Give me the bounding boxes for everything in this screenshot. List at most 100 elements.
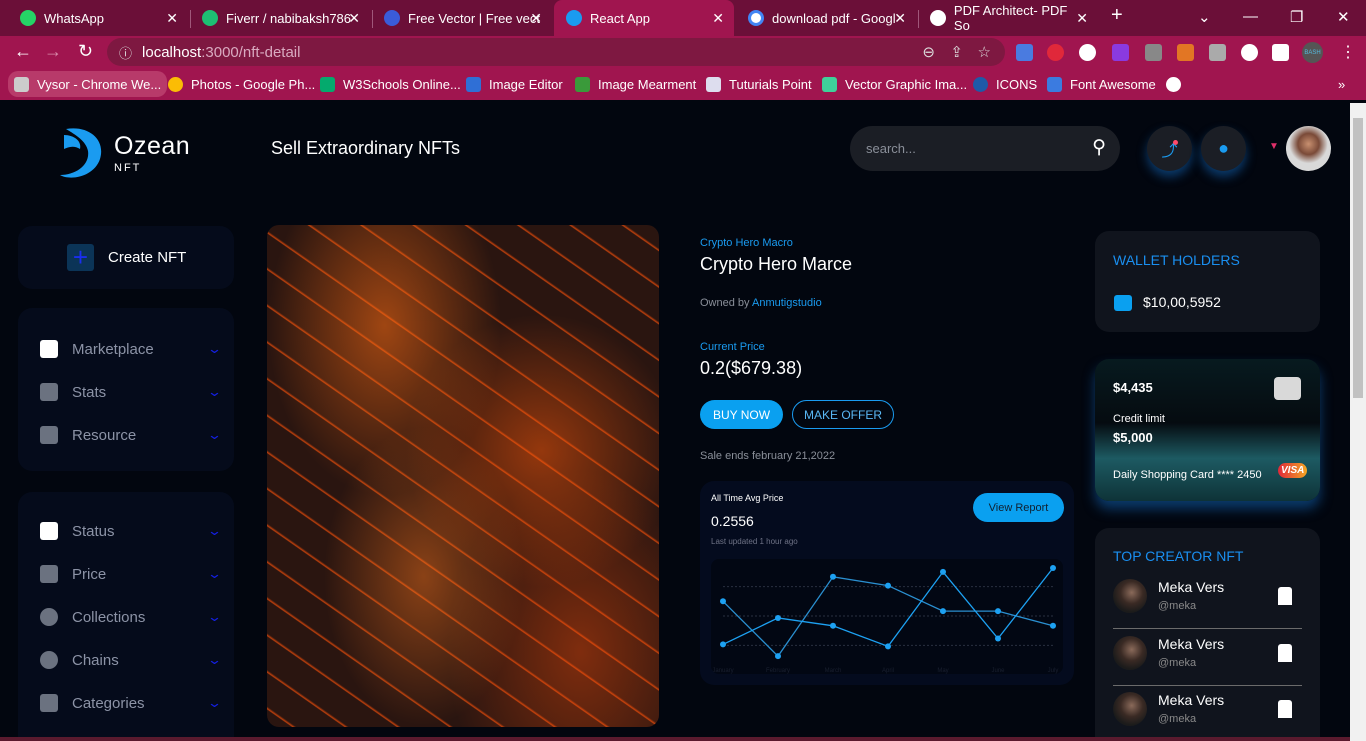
bookmarks-bar: Vysor - Chrome We... Photos - Google Ph.… xyxy=(0,68,1366,100)
sidebar-item-resource[interactable]: Resource ⌄ xyxy=(40,426,222,444)
caret-down-icon[interactable]: ▼ xyxy=(1269,141,1279,152)
back-button[interactable]: ← xyxy=(14,41,32,62)
search-icon[interactable]: ⚲ xyxy=(1092,136,1106,159)
metamask-icon[interactable] xyxy=(1177,44,1194,61)
view-report-button[interactable]: View Report xyxy=(973,493,1064,522)
new-tab-button[interactable]: + xyxy=(1111,4,1123,27)
search-input[interactable]: search... ⚲ xyxy=(850,126,1120,171)
profile-avatar[interactable]: BASH xyxy=(1302,42,1323,63)
tab-fiverr[interactable]: Fiverr / nabibaksh786 ✕ xyxy=(190,0,370,36)
collection-name[interactable]: Crypto Hero Macro xyxy=(700,237,793,249)
restore-button[interactable]: ❐ xyxy=(1290,8,1303,26)
reload-button[interactable]: ↻ xyxy=(78,41,93,62)
close-icon[interactable]: ✕ xyxy=(1076,10,1088,27)
avg-price-card: All Time Avg Price 0.2556 Last updated 1… xyxy=(700,481,1074,685)
price-chart: January February March April May June July xyxy=(711,559,1063,674)
extension-icon[interactable] xyxy=(1079,44,1096,61)
bookmark[interactable]: Photos - Google Ph... xyxy=(168,74,315,94)
owner-link[interactable]: Anmutigstudio xyxy=(752,297,822,309)
tab-whatsapp[interactable]: WhatsApp ✕ xyxy=(8,0,188,36)
zoom-icon[interactable]: ⊖ xyxy=(922,43,935,61)
creator-name: Meka Vers xyxy=(1158,692,1225,708)
chip-icon xyxy=(1274,377,1301,400)
tab-google[interactable]: download pdf - Googl ✕ xyxy=(736,0,916,36)
bookmark[interactable]: Vector Graphic Ima... xyxy=(822,74,967,94)
notifications-button[interactable]: ● xyxy=(1201,126,1246,171)
make-offer-button[interactable]: MAKE OFFER xyxy=(792,400,894,429)
more-bookmarks-button[interactable]: » xyxy=(1338,74,1345,94)
sidebar-item-label: Chains xyxy=(72,651,119,669)
data-point xyxy=(995,635,1001,642)
data-point xyxy=(885,643,891,650)
close-window-button[interactable]: ✕ xyxy=(1337,8,1350,26)
owned-by-label: Owned by xyxy=(700,297,750,309)
bookmark[interactable]: Image Editor xyxy=(466,74,563,94)
bookmark[interactable] xyxy=(1166,74,1189,94)
activity-button[interactable]: ⤴ xyxy=(1147,126,1192,171)
sidebar-item-price[interactable]: Price ⌄ xyxy=(40,565,222,583)
bookmark[interactable]: Vysor - Chrome We... xyxy=(8,71,168,97)
bookmark-icon[interactable] xyxy=(1278,700,1292,718)
menu-icon[interactable]: ⋮ xyxy=(1340,42,1356,62)
data-point xyxy=(885,582,891,589)
creator-item[interactable]: Meka Vers @meka xyxy=(1113,573,1302,629)
extension-icon[interactable] xyxy=(1145,44,1162,61)
sidebar-item-marketplace[interactable]: Marketplace ⌄ xyxy=(40,340,222,358)
close-icon[interactable]: ✕ xyxy=(530,10,542,27)
sidebar-item-categories[interactable]: Categories ⌄ xyxy=(40,694,222,712)
vertical-scrollbar[interactable] xyxy=(1350,103,1366,741)
credit-card[interactable]: $4,435 Credit limit $5,000 Daily Shoppin… xyxy=(1095,359,1320,501)
translate-extension-icon[interactable] xyxy=(1016,44,1033,61)
tab-react-app[interactable]: React App ✕ xyxy=(554,0,734,36)
horizontal-scrollbar[interactable] xyxy=(0,737,1350,741)
bookmark[interactable]: ICONS xyxy=(973,74,1037,94)
minimize-button[interactable]: — xyxy=(1243,8,1258,25)
sidebar-item-status[interactable]: Status ⌄ xyxy=(40,522,222,540)
close-icon[interactable]: ✕ xyxy=(712,10,724,27)
sidebar-group-filters: Status ⌄ Price ⌄ Collections ⌄ Chains ⌄ Cate… xyxy=(18,492,234,737)
user-avatar[interactable] xyxy=(1286,126,1331,171)
bookmark-icon[interactable] xyxy=(1278,644,1292,662)
data-point xyxy=(720,641,726,648)
app-page: Ozean NFT Sell Extraordinary NFTs search… xyxy=(0,103,1350,737)
scrollbar-thumb[interactable] xyxy=(1353,118,1363,398)
bookmark-label: Photos - Google Ph... xyxy=(191,76,316,92)
plus-icon: + xyxy=(67,242,94,272)
creator-item[interactable]: Meka Vers @meka xyxy=(1113,686,1302,737)
tab-search-icon[interactable]: ⌄ xyxy=(1198,8,1211,26)
forward-button[interactable]: → xyxy=(44,41,62,62)
close-icon[interactable]: ✕ xyxy=(348,10,360,27)
buy-now-button[interactable]: BUY NOW xyxy=(700,400,783,429)
bookmark-icon[interactable] xyxy=(1278,587,1292,605)
camera-extension-icon[interactable] xyxy=(1209,44,1226,61)
adblock-extension-icon[interactable] xyxy=(1047,44,1064,61)
sidebar-item-stats[interactable]: Stats ⌄ xyxy=(40,383,222,401)
url-input[interactable]: ⓘ localhost:3000/nft-detail ⊖ ⇪ ☆ xyxy=(107,38,1005,66)
x-tick-label: March xyxy=(825,668,842,674)
bookmark[interactable]: Tuturials Point xyxy=(706,74,812,94)
sidebar-item-label: Resource xyxy=(72,426,137,444)
tab-pdf-architect[interactable]: PDF Architect- PDF So ✕ xyxy=(918,0,1098,36)
close-icon[interactable]: ✕ xyxy=(894,10,906,27)
bookmark[interactable]: Font Awesome xyxy=(1047,74,1156,94)
sidebar-item-chains[interactable]: Chains ⌄ xyxy=(40,651,222,669)
tab-label: download pdf - Googl xyxy=(772,10,896,26)
last-updated: Last updated 1 hour ago xyxy=(711,537,798,546)
close-icon[interactable]: ✕ xyxy=(166,10,178,27)
puzzle-icon[interactable] xyxy=(1241,44,1258,61)
create-nft-button[interactable]: + Create NFT xyxy=(18,226,234,289)
creator-item[interactable]: Meka Vers @meka xyxy=(1113,630,1302,686)
bookmark[interactable]: W3Schools Online... xyxy=(320,74,461,94)
sidebar-item-label: Stats xyxy=(72,383,107,401)
sidebar-icon[interactable] xyxy=(1272,44,1289,61)
share-icon[interactable]: ⇪ xyxy=(950,43,963,61)
star-icon[interactable]: ☆ xyxy=(978,43,991,61)
card-balance: $4,435 xyxy=(1113,380,1153,395)
sidebar-item-collections[interactable]: Collections ⌄ xyxy=(40,608,222,626)
data-point xyxy=(830,573,836,580)
bookmark[interactable]: Image Mearment xyxy=(575,74,696,94)
chart-icon xyxy=(40,383,58,401)
data-point xyxy=(1050,622,1056,629)
tab-free-vector[interactable]: Free Vector | Free vect ✕ xyxy=(372,0,552,36)
extension-icon[interactable] xyxy=(1112,44,1129,61)
